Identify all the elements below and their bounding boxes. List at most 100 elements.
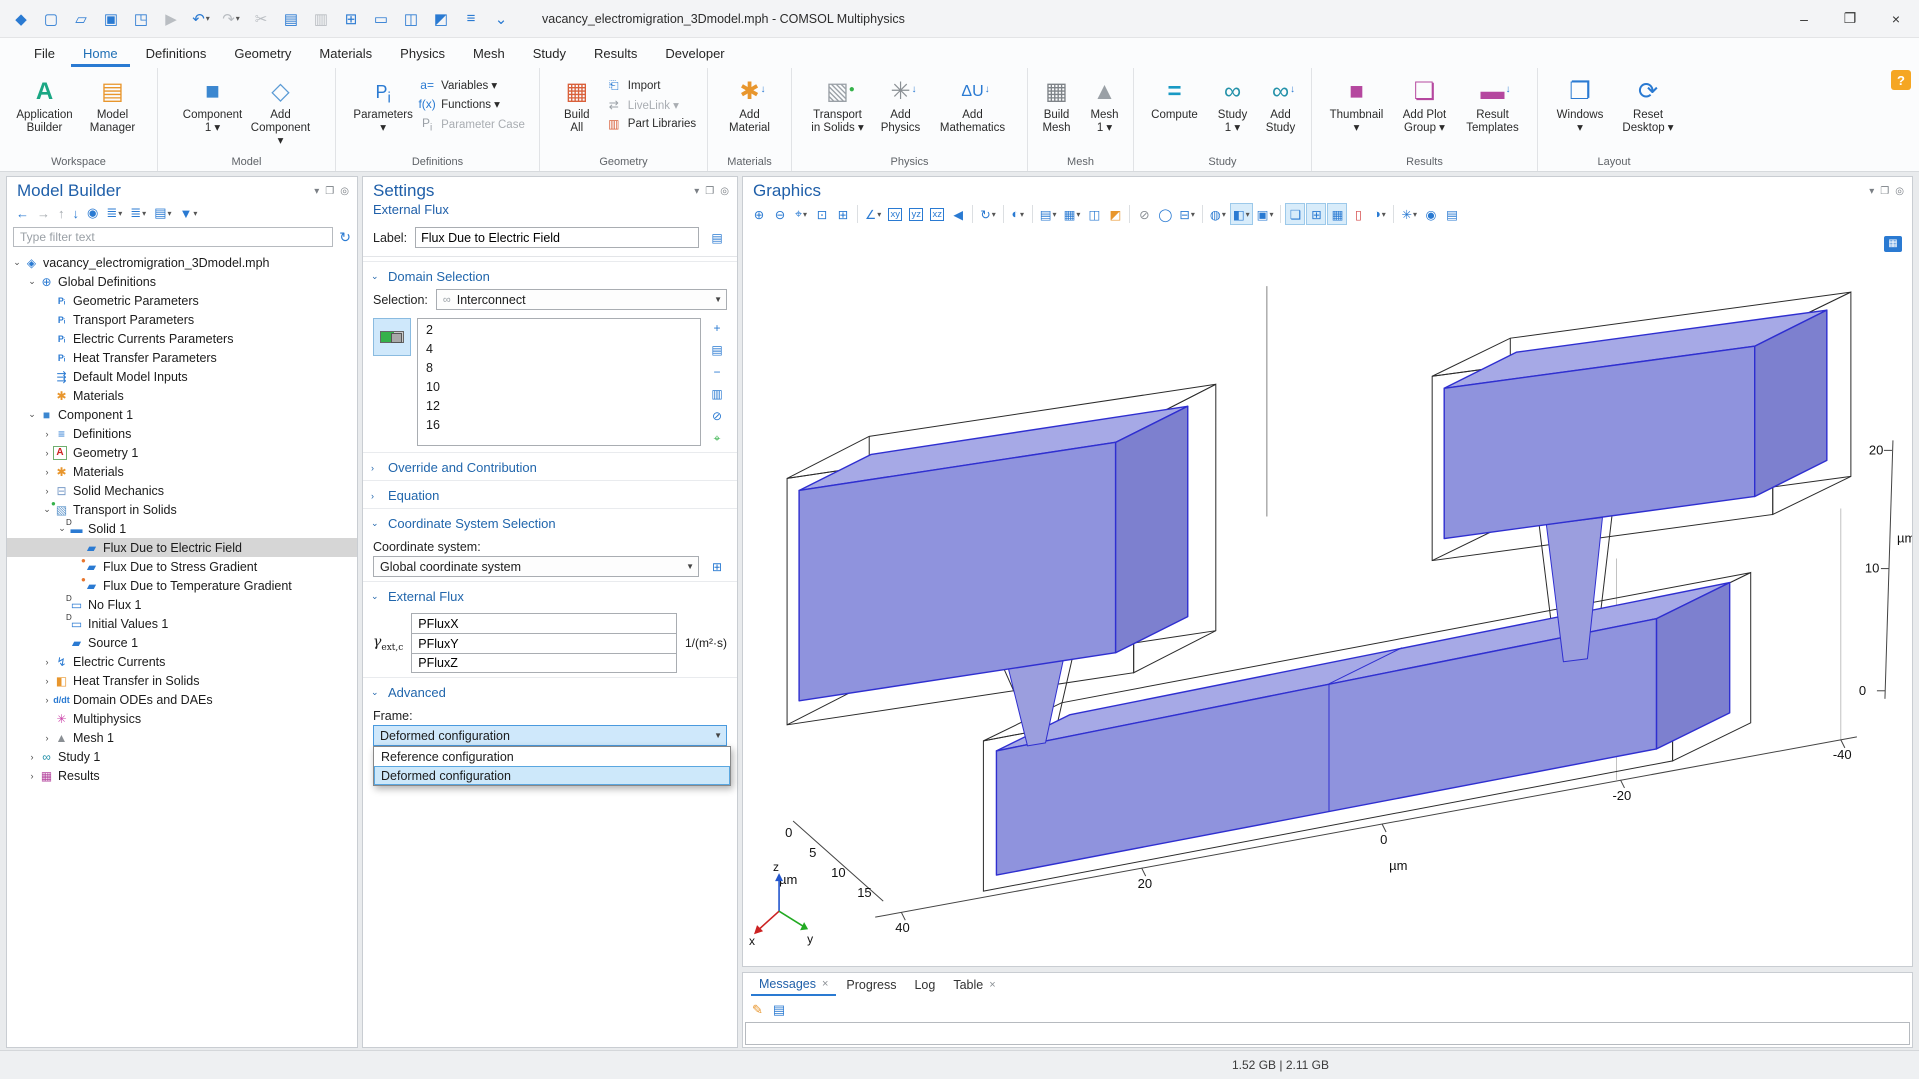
run-icon[interactable]: ▶ <box>156 5 186 33</box>
menu-materials[interactable]: Materials <box>307 40 384 67</box>
scene-light-button[interactable]: ◐▾ <box>1008 203 1028 225</box>
graphics-menu-icon[interactable]: ▾ <box>1869 186 1874 197</box>
clear-plot-button[interactable]: ▯ <box>1348 203 1368 225</box>
section-override[interactable]: ›Override and Contribution <box>363 452 737 480</box>
tree-expander[interactable]: › <box>41 429 53 439</box>
tree-item-flux-electric-field[interactable]: ▰Flux Due to Electric Field <box>7 538 357 557</box>
tree-item-geometry-1[interactable]: ›AGeometry 1 <box>7 443 357 462</box>
add-material-button[interactable]: ✱↓ Add Material <box>717 72 783 135</box>
clear-log-button[interactable]: ✎ <box>749 1001 766 1019</box>
tree-item-definitions[interactable]: ›≡Definitions <box>7 424 357 443</box>
tab-progress[interactable]: Progress <box>838 975 904 995</box>
new-file-icon[interactable]: ▢ <box>36 5 66 33</box>
select-box-button[interactable]: ◫ <box>1084 203 1104 225</box>
reset-desktop-button[interactable]: ⟳ Reset Desktop ▾ <box>1615 72 1681 135</box>
flux-z-input[interactable] <box>411 653 677 673</box>
add-component-button[interactable]: ◇ Add Component ▾ <box>248 72 314 148</box>
thumbnail-button[interactable]: ■ Thumbnail ▾ <box>1324 72 1390 135</box>
settings-float-icon[interactable]: ❐ <box>705 186 714 197</box>
tree-item-default-model-inputs[interactable]: ⇶Default Model Inputs <box>7 367 357 386</box>
zoom-to-selection-button[interactable]: ⊞ <box>833 203 853 225</box>
menu-study[interactable]: Study <box>521 40 578 67</box>
domain-item-12[interactable]: 12 <box>418 396 700 415</box>
transport-in-solids-button[interactable]: ▧● Transport in Solids ▾ <box>805 72 871 135</box>
result-templates-button[interactable]: ▬↓ Result Templates <box>1460 72 1526 135</box>
tree-expander[interactable]: › <box>41 676 53 686</box>
remove-domain-icon[interactable]: − <box>707 362 727 382</box>
tab-log[interactable]: Log <box>906 975 943 995</box>
color-theme-button[interactable]: ▤▾ <box>1037 203 1060 225</box>
duplicate-icon[interactable]: ⊞ <box>336 5 366 33</box>
menu-home[interactable]: Home <box>71 40 130 67</box>
tree-expander[interactable]: › <box>41 657 53 667</box>
tree-expander[interactable]: ⌄ <box>26 409 38 420</box>
tree-expander[interactable]: › <box>41 733 53 743</box>
undo-icon[interactable]: ↶▾ <box>186 5 216 33</box>
windows-button[interactable]: ❐ Windows ▾ <box>1547 72 1613 135</box>
scene-appearance-button[interactable]: ▣▾ <box>1254 203 1277 225</box>
parameter-case-button[interactable]: Pi Parameter Case <box>418 116 525 133</box>
tree-item-initial-values-1[interactable]: ▭DInitial Values 1 <box>7 614 357 633</box>
tree-filter-input[interactable] <box>13 227 333 247</box>
zoom-out-button[interactable]: ⊖ <box>770 203 790 225</box>
copy-icon[interactable]: ▤ <box>276 5 306 33</box>
section-equation[interactable]: ›Equation <box>363 480 737 508</box>
section-external-flux[interactable]: ⌄External Flux <box>363 581 737 609</box>
domain-item-2[interactable]: 2 <box>418 320 700 339</box>
tree-item-root[interactable]: ⌄◈vacancy_electromigration_3Dmodel.mph <box>7 253 357 272</box>
tree-item-heat-transfer-in-solids[interactable]: ›◧Heat Transfer in Solids <box>7 671 357 690</box>
zoom-extents-button[interactable]: ⊡ <box>812 203 832 225</box>
tree-item-materials-global[interactable]: ✱Materials <box>7 386 357 405</box>
tree-item-global-definitions[interactable]: ⌄⊕Global Definitions <box>7 272 357 291</box>
component-button[interactable]: ■ Component 1 ▾ <box>180 72 246 135</box>
tree-item-electric-currents[interactable]: ›↯Electric Currents <box>7 652 357 671</box>
part-libraries-button[interactable]: ▥ Part Libraries <box>605 117 696 131</box>
section-coordinate-system[interactable]: ⌄Coordinate System Selection <box>363 508 737 536</box>
window-split-button[interactable]: ❏ <box>1285 203 1305 225</box>
copy-log-button[interactable]: ▤ <box>770 1001 788 1019</box>
build-all-button[interactable]: ▦ Build All <box>551 72 603 135</box>
frame-option-1[interactable]: Reference configuration <box>374 747 730 766</box>
tree-item-electric-currents-parameters[interactable]: PᵢElectric Currents Parameters <box>7 329 357 348</box>
panel-menu-icon[interactable]: ▾ <box>314 186 319 197</box>
go-to-view-button[interactable]: ∠▾ <box>862 203 884 225</box>
toolbar-overflow-icon[interactable]: ⌄ <box>486 5 516 33</box>
tree-item-geometric-parameters[interactable]: PᵢGeometric Parameters <box>7 291 357 310</box>
find-icon[interactable]: ≡ <box>456 5 486 33</box>
tree-expander[interactable]: › <box>26 752 38 762</box>
frame-combo[interactable]: Deformed configuration ▼ <box>373 725 727 746</box>
tree-item-solid-1[interactable]: ⌄▬DSolid 1 <box>7 519 357 538</box>
go-to-default-view-button[interactable]: ◀ <box>948 203 968 225</box>
tree-item-multiphysics[interactable]: ✳Multiphysics <box>7 709 357 728</box>
add-study-button[interactable]: ∞↓ Add Study <box>1258 72 1304 135</box>
study-1-button[interactable]: ∞ Study 1 ▾ <box>1210 72 1256 135</box>
move-down-button[interactable]: ↓ <box>70 205 83 222</box>
domain-item-4[interactable]: 4 <box>418 339 700 358</box>
tree-expander[interactable]: › <box>41 695 53 705</box>
plot-data-button[interactable]: ⊞ <box>1306 203 1326 225</box>
close-tab-icon[interactable]: × <box>989 979 995 991</box>
tree-expander[interactable]: › <box>41 486 53 496</box>
tree-item-flux-stress-gradient[interactable]: ▰●Flux Due to Stress Gradient <box>7 557 357 576</box>
filter-refresh-icon[interactable]: ↻ <box>339 229 351 246</box>
add-plot-group-button[interactable]: ❏ Add Plot Group ▾ <box>1392 72 1458 135</box>
flux-x-input[interactable] <box>411 613 677 633</box>
menu-results[interactable]: Results <box>582 40 649 67</box>
tree-expander[interactable]: ⌄ <box>26 276 38 287</box>
tree-item-source-1[interactable]: ▰Source 1 <box>7 633 357 652</box>
add-mathematics-button[interactable]: ΔU↓ Add Mathematics <box>931 72 1015 135</box>
domain-item-8[interactable]: 8 <box>418 358 700 377</box>
open-file-icon[interactable]: ▱ <box>66 5 96 33</box>
environment-button[interactable]: ◍▾ <box>1207 203 1229 225</box>
paste-icon[interactable]: ▥ <box>306 5 336 33</box>
mesh-1-button[interactable]: ▲ Mesh 1 ▾ <box>1082 72 1128 135</box>
tree-item-transport-parameters[interactable]: PᵢTransport Parameters <box>7 310 357 329</box>
tree-item-mesh-1[interactable]: ›▲Mesh 1 <box>7 728 357 747</box>
nav-forward-button[interactable]: → <box>34 205 53 222</box>
section-domain-selection[interactable]: ⌄Domain Selection <box>363 261 737 289</box>
view-xy-button[interactable]: xy <box>885 203 905 225</box>
graphics-canvas[interactable]: ▦ <box>743 228 1912 966</box>
go-to-source-icon[interactable]: ⊞ <box>707 557 727 577</box>
menu-physics[interactable]: Physics <box>388 40 457 67</box>
tree-expander[interactable]: › <box>41 448 53 458</box>
